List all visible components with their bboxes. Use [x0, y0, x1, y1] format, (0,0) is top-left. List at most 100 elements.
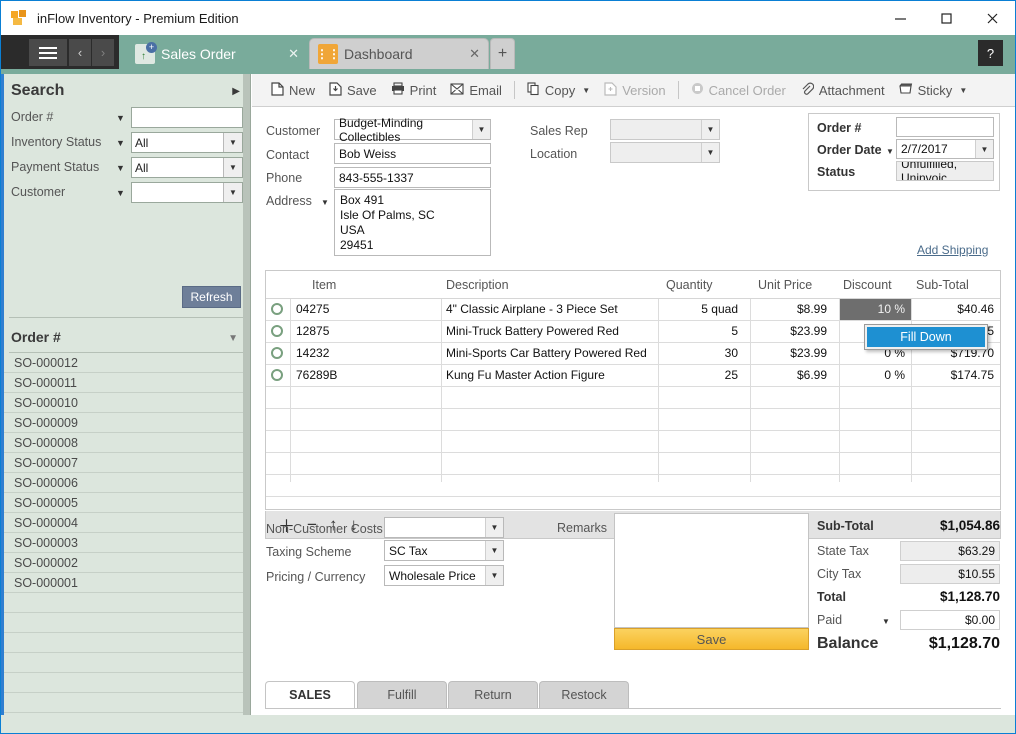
cell-item[interactable]: 14232 — [296, 343, 436, 364]
cell-quantity[interactable]: 25 — [658, 365, 744, 386]
list-item[interactable]: SO-000005 — [4, 493, 244, 513]
help-button[interactable]: ? — [978, 40, 1003, 66]
close-icon[interactable] — [969, 1, 1015, 35]
chevron-down-icon[interactable]: ▼ — [882, 617, 890, 626]
taxing-scheme-select[interactable]: SC Tax ▼ — [384, 540, 504, 561]
table-row-empty[interactable] — [266, 453, 1000, 475]
search-input-order-number[interactable] — [131, 107, 243, 128]
tab-dashboard[interactable]: ⋮⋮ Dashboard ✕ — [309, 38, 489, 69]
remarks-textarea[interactable] — [614, 513, 809, 628]
contact-input[interactable]: Bob Weiss — [334, 143, 491, 164]
minimize-icon[interactable] — [877, 1, 923, 35]
location-select[interactable]: ▼ — [610, 142, 720, 163]
new-button[interactable]: New — [264, 78, 322, 102]
cell-discount-selected[interactable]: 10 % — [840, 299, 911, 320]
list-item[interactable]: SO-000009 — [4, 413, 244, 433]
table-row-empty[interactable] — [266, 475, 1000, 497]
sales-rep-select[interactable]: ▼ — [610, 119, 720, 140]
chevron-down-icon[interactable]: ▼ — [116, 163, 125, 173]
attachment-button[interactable]: Attachment — [793, 78, 892, 102]
chevron-down-icon[interactable]: ▼ — [886, 147, 894, 156]
cell-description[interactable]: Kung Fu Master Action Figure — [446, 365, 651, 386]
save-order-button[interactable]: Save — [614, 628, 809, 650]
list-item[interactable]: SO-000012 — [4, 353, 244, 373]
chevron-down-icon[interactable]: ▼ — [975, 140, 993, 158]
column-header-quantity[interactable]: Quantity — [666, 278, 713, 292]
tab-sales-order[interactable]: + ↑ Sales Order ✕ — [127, 38, 307, 69]
cancel-order-button[interactable]: Cancel Order — [684, 78, 793, 102]
cell-item[interactable]: 12875 — [296, 321, 436, 342]
hamburger-icon[interactable] — [29, 39, 67, 66]
order-date-input[interactable]: 2/7/2017 ▼ — [896, 139, 994, 159]
non-customer-costs-select[interactable]: ▼ — [384, 517, 504, 538]
cell-item[interactable]: 76289B — [296, 365, 436, 386]
cell-unit-price[interactable]: $6.99 — [750, 365, 833, 386]
list-item[interactable]: SO-000003 — [4, 533, 244, 553]
sidebar-scrollbar[interactable] — [243, 74, 250, 715]
cell-discount[interactable]: 0 % — [840, 365, 911, 386]
tab-sales[interactable]: SALES — [265, 681, 355, 708]
table-row-empty[interactable] — [266, 431, 1000, 453]
chevron-down-icon[interactable]: ▼ — [485, 566, 503, 585]
list-item[interactable]: SO-000008 — [4, 433, 244, 453]
chevron-down-icon[interactable]: ▼ — [701, 143, 719, 162]
chevron-down-icon[interactable]: ▼ — [116, 188, 125, 198]
chevron-down-icon[interactable]: ▼ — [223, 133, 242, 152]
cell-subtotal[interactable]: $174.75 — [912, 365, 1000, 386]
list-item[interactable]: SO-000006 — [4, 473, 244, 493]
nav-back-button[interactable]: ‹ — [69, 39, 91, 66]
column-header-item[interactable]: Item — [312, 278, 336, 292]
pricing-currency-select[interactable]: Wholesale Price ▼ — [384, 565, 504, 586]
chevron-down-icon[interactable]: ▼ — [116, 138, 125, 148]
cell-unit-price[interactable]: $23.99 — [750, 321, 833, 342]
cell-description[interactable]: 4" Classic Airplane - 3 Piece Set — [446, 299, 651, 320]
chevron-down-icon[interactable]: ▼ — [116, 113, 125, 123]
expand-arrow-icon[interactable]: ▶ — [232, 86, 240, 97]
context-menu-item-fill-down[interactable]: Fill Down — [867, 327, 985, 347]
copy-button[interactable]: Copy ▼ — [520, 78, 597, 102]
cell-quantity[interactable]: 5 — [658, 321, 744, 342]
tab-restock[interactable]: Restock — [539, 681, 629, 708]
cell-description[interactable]: Mini-Truck Battery Powered Red — [446, 321, 651, 342]
cell-quantity[interactable]: 5 quad — [658, 299, 744, 320]
table-row-empty[interactable] — [266, 409, 1000, 431]
chevron-down-icon[interactable]: ▼ — [321, 198, 329, 207]
order-number-input[interactable] — [896, 117, 994, 137]
tab-sales-order-close-icon[interactable]: ✕ — [288, 46, 299, 62]
chevron-down-icon[interactable]: ▼ — [228, 333, 238, 344]
column-header-subtotal[interactable]: Sub-Total — [916, 278, 969, 292]
column-header-discount[interactable]: Discount — [843, 278, 892, 292]
cell-subtotal[interactable]: $40.46 — [912, 299, 1000, 320]
refresh-button[interactable]: Refresh — [182, 286, 241, 308]
chevron-down-icon[interactable]: ▼ — [485, 518, 503, 537]
chevron-down-icon[interactable]: ▼ — [485, 541, 503, 560]
search-select-customer[interactable]: ▼ — [131, 182, 243, 203]
table-row[interactable]: 76289B Kung Fu Master Action Figure 25 $… — [266, 365, 1000, 387]
search-select-payment-status[interactable]: All ▼ — [131, 157, 243, 178]
version-button[interactable]: Version — [597, 78, 672, 102]
print-button[interactable]: Print — [384, 78, 444, 102]
cell-description[interactable]: Mini-Sports Car Battery Powered Red — [446, 343, 651, 364]
chevron-down-icon[interactable]: ▼ — [472, 120, 490, 139]
nav-forward-button[interactable]: › — [92, 39, 114, 66]
chevron-down-icon[interactable]: ▼ — [701, 120, 719, 139]
tab-fulfill[interactable]: Fulfill — [357, 681, 447, 708]
chevron-down-icon[interactable]: ▼ — [582, 86, 590, 95]
column-header-description[interactable]: Description — [446, 278, 509, 292]
list-item[interactable]: SO-000001 — [4, 573, 244, 593]
list-item[interactable]: SO-000011 — [4, 373, 244, 393]
sticky-button[interactable]: Sticky ▼ — [892, 78, 975, 102]
add-shipping-link[interactable]: Add Shipping — [917, 243, 988, 257]
cell-unit-price[interactable]: $8.99 — [750, 299, 833, 320]
customer-select[interactable]: Budget-Minding Collectibles ▼ — [334, 116, 491, 144]
list-item[interactable]: SO-000010 — [4, 393, 244, 413]
new-tab-button[interactable]: + — [490, 38, 515, 69]
table-row-empty[interactable] — [266, 387, 1000, 409]
tab-dashboard-close-icon[interactable]: ✕ — [469, 46, 480, 62]
list-item[interactable]: SO-000007 — [4, 453, 244, 473]
address-textarea[interactable]: Box 491 Isle Of Palms, SC USA 29451 — [334, 189, 491, 256]
cell-unit-price[interactable]: $23.99 — [750, 343, 833, 364]
cell-quantity[interactable]: 30 — [658, 343, 744, 364]
search-select-inventory-status[interactable]: All ▼ — [131, 132, 243, 153]
tab-return[interactable]: Return — [448, 681, 538, 708]
